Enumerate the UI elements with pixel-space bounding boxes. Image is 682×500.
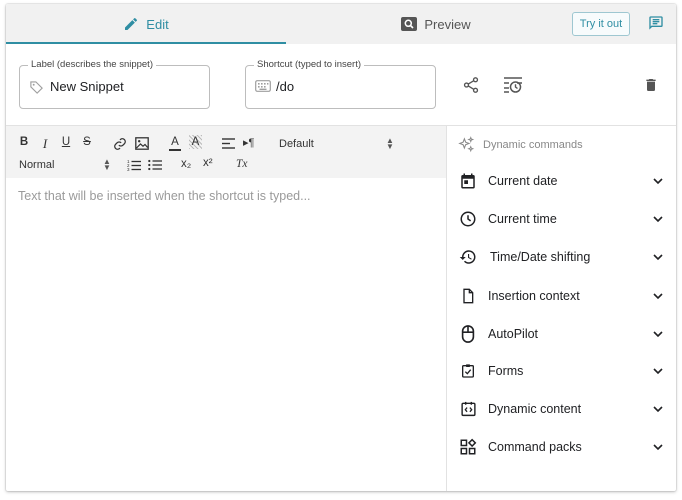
background-color-button[interactable]: A	[189, 135, 202, 149]
feedback-icon	[649, 16, 663, 30]
calendar-icon	[461, 173, 475, 189]
text-color-button[interactable]: A	[169, 136, 181, 151]
text-direction-button[interactable]: ▸¶	[243, 136, 254, 149]
chevron-down-icon	[653, 368, 663, 375]
size-select[interactable]: Normal ▲ ▼	[19, 157, 111, 172]
shortcut-input[interactable]: /do	[276, 79, 294, 94]
command-label: Dynamic content	[488, 402, 582, 416]
pencil-icon	[125, 17, 138, 30]
chevron-down-icon	[653, 178, 663, 185]
widgets-icon	[460, 438, 477, 455]
tab-edit-label: Edit	[146, 16, 169, 32]
font-select[interactable]: Default ▲ ▼	[279, 136, 394, 151]
history-icon	[459, 250, 476, 264]
bullet-list-button[interactable]	[148, 159, 162, 171]
command-label: Insertion context	[488, 289, 580, 303]
command-label: Time/Date shifting	[490, 250, 591, 264]
label-field[interactable]: Label (describes the snippet) New Snippe…	[19, 59, 210, 109]
share-button[interactable]	[462, 76, 480, 99]
updown-arrow-icon: ▲ ▼	[103, 157, 111, 172]
font-select-value: Default	[279, 138, 314, 150]
image-icon	[135, 137, 149, 150]
command-label: Current time	[488, 212, 557, 226]
preview-search-icon	[401, 17, 418, 31]
size-select-value: Normal	[19, 159, 55, 171]
bullet-list-icon	[148, 159, 162, 171]
subscript-button[interactable]: x₂	[181, 158, 191, 170]
chevron-down-icon	[653, 216, 663, 223]
command-time-date-shifting[interactable]: Time/Date shifting	[458, 245, 668, 269]
dynamic-commands-header: Dynamic commands	[458, 136, 583, 153]
link-button[interactable]	[113, 137, 127, 151]
chevron-down-icon	[653, 254, 663, 261]
shortcut-field-legend: Shortcut (typed to insert)	[254, 59, 365, 71]
keyboard-icon	[255, 80, 271, 92]
ordered-list-button[interactable]: 123	[127, 159, 141, 171]
command-label: Current date	[488, 174, 558, 188]
align-left-icon	[222, 138, 235, 149]
tab-bar: Edit Preview Try it out	[6, 4, 676, 44]
superscript-button[interactable]: x²	[203, 157, 213, 169]
snippet-options-button[interactable]	[503, 76, 523, 99]
try-it-out-button[interactable]: Try it out	[572, 12, 630, 36]
command-forms[interactable]: Forms	[458, 359, 668, 383]
command-label: AutoPilot	[488, 327, 539, 341]
link-icon	[114, 138, 126, 150]
command-current-time[interactable]: Current time	[458, 207, 668, 231]
command-insertion-context[interactable]: Insertion context	[458, 284, 668, 308]
chevron-down-icon	[653, 331, 663, 338]
panel-divider	[446, 126, 447, 491]
mouse-icon	[461, 325, 475, 343]
chevron-down-icon	[653, 406, 663, 413]
shortcut-field[interactable]: Shortcut (typed to insert) /do	[245, 59, 436, 109]
updown-arrow-icon: ▲ ▼	[386, 136, 394, 151]
align-button[interactable]	[222, 138, 235, 149]
code-calendar-icon	[460, 401, 476, 417]
tab-preview[interactable]: Preview	[286, 4, 586, 44]
clock-icon	[460, 211, 476, 227]
ordered-list-icon: 123	[127, 159, 141, 171]
command-label: Forms	[488, 364, 524, 378]
strike-button[interactable]: S	[81, 136, 93, 148]
dynamic-commands-title: Dynamic commands	[483, 138, 583, 151]
formatting-toolbar: B I U S A A ▸¶ Default ▲ ▼ Normal ▲ ▼ 123	[6, 126, 446, 178]
underline-button[interactable]: U	[60, 136, 72, 148]
label-field-legend: Label (describes the snippet)	[28, 59, 156, 71]
sparkle-icon	[458, 136, 475, 153]
active-tab-indicator	[6, 42, 286, 44]
svg-text:3: 3	[127, 167, 130, 171]
chevron-down-icon	[653, 444, 663, 451]
chevron-down-icon	[653, 293, 663, 300]
italic-button[interactable]: I	[39, 136, 51, 152]
command-command-packs[interactable]: Command packs	[458, 435, 668, 459]
feedback-button[interactable]	[648, 15, 664, 36]
image-button[interactable]	[135, 137, 149, 150]
snippet-editor[interactable]: Text that will be inserted when the shor…	[18, 189, 311, 203]
clear-format-button[interactable]: Tx	[236, 158, 248, 170]
tab-edit[interactable]: Edit	[6, 4, 286, 44]
delete-button[interactable]	[643, 76, 659, 99]
trash-icon	[646, 79, 656, 91]
command-current-date[interactable]: Current date	[458, 169, 668, 193]
share-icon	[463, 77, 479, 93]
command-autopilot[interactable]: AutoPilot	[458, 322, 668, 346]
command-label: Command packs	[488, 440, 582, 454]
bold-button[interactable]: B	[18, 136, 30, 148]
document-icon	[463, 288, 474, 304]
tag-icon	[30, 81, 43, 94]
label-input[interactable]: New Snippet	[50, 79, 124, 94]
tab-preview-label: Preview	[424, 16, 471, 32]
clipboard-check-icon	[462, 364, 474, 378]
snippet-editor-card: Edit Preview Try it out Label (describes…	[6, 4, 676, 491]
command-dynamic-content[interactable]: Dynamic content	[458, 397, 668, 421]
schedule-list-icon	[504, 77, 522, 93]
rtl-icon: ▸¶	[243, 137, 255, 149]
